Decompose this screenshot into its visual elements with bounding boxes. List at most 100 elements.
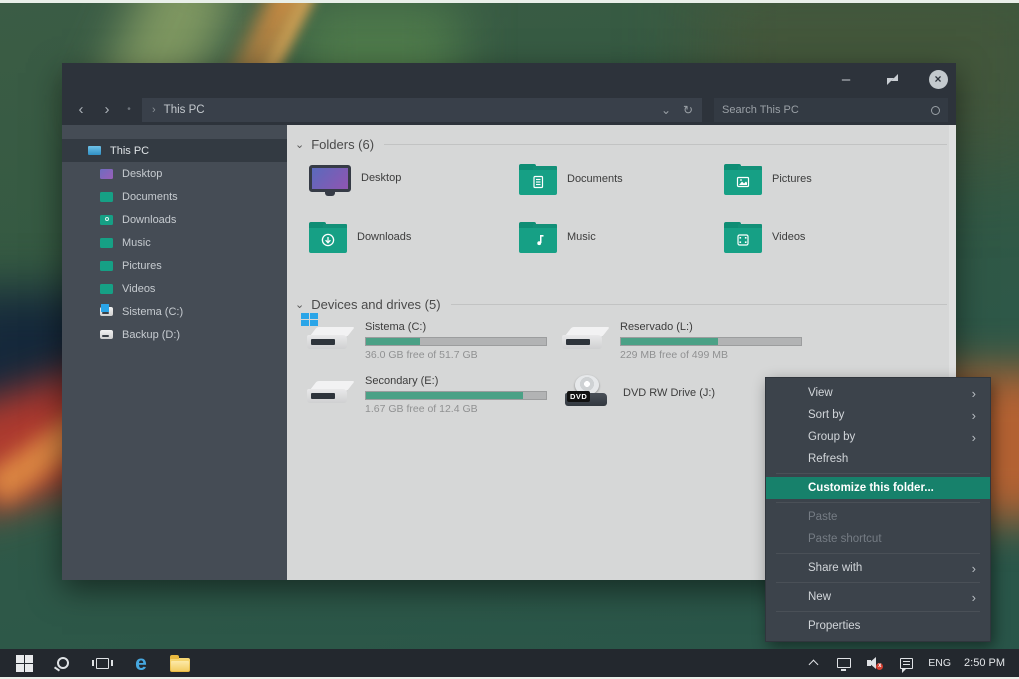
folder-tile-desktop[interactable]: Desktop <box>309 163 401 192</box>
forward-button[interactable]: › <box>94 96 120 124</box>
section-rule <box>384 144 947 145</box>
taskbar: e x ENG 2:50 PM <box>0 649 1019 677</box>
address-bar[interactable]: › This PC ⌄ ↻ <box>142 98 702 122</box>
tray-network-button[interactable] <box>835 653 853 673</box>
folder-tile-downloads[interactable]: Downloads <box>309 221 411 253</box>
sidebar-item-backup-d[interactable]: Backup (D:) <box>62 323 287 346</box>
menu-item-label: Paste shortcut <box>808 533 882 545</box>
drive-name: DVD RW Drive (J:) <box>623 387 715 399</box>
restore-icon <box>887 74 898 85</box>
task-view-button[interactable] <box>90 651 114 675</box>
desktop: – × ‹ › • › This PC ⌄ ↻ <box>0 0 1019 679</box>
sidebar-item-videos[interactable]: Videos <box>62 277 287 300</box>
address-dropdown-icon[interactable]: ⌄ <box>658 103 674 117</box>
pc-icon <box>88 146 101 155</box>
breadcrumb-arrow-icon[interactable]: › <box>152 104 156 116</box>
capacity-bar <box>620 337 802 346</box>
documents-folder-icon <box>100 192 113 202</box>
tile-label: Videos <box>772 231 805 243</box>
edge-button[interactable]: e <box>129 651 153 675</box>
back-button[interactable]: ‹ <box>68 96 94 124</box>
menu-item-customize-this-folder[interactable]: Customize this folder... <box>766 477 990 499</box>
action-center-button[interactable] <box>897 653 915 673</box>
clock[interactable]: 2:50 PM <box>964 657 1005 669</box>
sidebar-item-documents[interactable]: Documents <box>62 185 287 208</box>
sidebar-item-pictures[interactable]: Pictures <box>62 254 287 277</box>
drive-detail: 229 MB free of 499 MB <box>620 349 810 361</box>
drive-tile-reservado-l[interactable]: Reservado (L:) 229 MB free of 499 MB <box>562 321 610 355</box>
capacity-bar-fill <box>621 338 718 345</box>
menu-separator <box>776 611 980 612</box>
breadcrumb[interactable]: This PC <box>164 104 205 116</box>
menu-separator <box>776 473 980 474</box>
minimize-button[interactable]: – <box>836 69 856 89</box>
collapse-section-icon[interactable]: ⌄ <box>295 298 304 311</box>
drive-tile-dvd-j[interactable]: DVD DVD RW Drive (J:) <box>565 375 613 411</box>
menu-item-sort-by[interactable]: Sort by › <box>766 404 990 426</box>
sidebar-item-this-pc[interactable]: This PC <box>62 139 287 162</box>
start-button[interactable] <box>12 651 36 675</box>
folder-tile-pictures[interactable]: Pictures <box>724 163 812 195</box>
capacity-bar-fill <box>366 392 523 399</box>
menu-item-label: New <box>808 591 831 603</box>
menu-item-refresh[interactable]: Refresh <box>766 448 990 470</box>
folder-tile-videos[interactable]: Videos <box>724 221 805 253</box>
windows-logo-icon <box>301 313 318 327</box>
submenu-arrow-icon: › <box>972 386 976 401</box>
drive-tile-sistema-c[interactable]: Sistema (C:) 36.0 GB free of 51.7 GB <box>307 321 355 355</box>
menu-item-group-by[interactable]: Group by › <box>766 426 990 448</box>
system-drive-icon <box>100 307 113 316</box>
search-box[interactable] <box>714 98 948 122</box>
sidebar-item-label: This PC <box>110 145 149 157</box>
drive-icon <box>562 321 610 355</box>
sidebar-item-label: Downloads <box>122 214 176 226</box>
submenu-arrow-icon: › <box>972 561 976 576</box>
collapse-section-icon[interactable]: ⌄ <box>295 138 304 151</box>
drive-icon <box>100 330 113 339</box>
folder-tile-documents[interactable]: Documents <box>519 163 623 195</box>
tray-volume-button[interactable]: x <box>866 653 884 673</box>
sidebar-item-downloads[interactable]: Downloads <box>62 208 287 231</box>
folders-section-header[interactable]: ⌄ Folders (6) <box>295 137 947 152</box>
menu-item-properties[interactable]: Properties <box>766 615 990 637</box>
music-folder-icon <box>519 226 557 253</box>
recent-locations-button[interactable]: • <box>120 96 138 124</box>
menu-item-label: Share with <box>808 562 862 574</box>
menu-item-new[interactable]: New › <box>766 586 990 608</box>
taskbar-search-button[interactable] <box>51 651 75 675</box>
pictures-folder-icon <box>100 261 113 271</box>
sidebar-item-label: Backup (D:) <box>122 329 180 341</box>
dvd-badge: DVD <box>567 391 590 402</box>
menu-item-paste: Paste <box>766 506 990 528</box>
language-indicator[interactable]: ENG <box>928 657 951 669</box>
tile-label: Documents <box>567 173 623 185</box>
menu-item-share-with[interactable]: Share with › <box>766 557 990 579</box>
titlebar[interactable]: – × <box>62 63 956 95</box>
menu-item-label: View <box>808 387 833 399</box>
search-input[interactable] <box>722 104 931 116</box>
file-explorer-icon <box>170 658 190 672</box>
refresh-icon[interactable]: ↻ <box>680 103 696 117</box>
maximize-button[interactable] <box>882 69 902 89</box>
sidebar-item-desktop[interactable]: Desktop <box>62 162 287 185</box>
sidebar-item-label: Music <box>122 237 151 249</box>
menu-separator <box>776 553 980 554</box>
sidebar-item-sistema-c[interactable]: Sistema (C:) <box>62 300 287 323</box>
menu-separator <box>776 502 980 503</box>
search-icon <box>57 657 69 669</box>
search-icon <box>931 106 940 115</box>
file-explorer-button[interactable] <box>168 651 192 675</box>
videos-folder-icon <box>100 284 113 294</box>
drive-tile-secondary-e[interactable]: Secondary (E:) 1.67 GB free of 12.4 GB <box>307 375 355 409</box>
capacity-bar <box>365 337 547 346</box>
sidebar-item-music[interactable]: Music <box>62 231 287 254</box>
tile-label: Pictures <box>772 173 812 185</box>
menu-item-view[interactable]: View › <box>766 382 990 404</box>
drives-section-header[interactable]: ⌄ Devices and drives (5) <box>295 297 947 312</box>
speaker-muted-icon: x <box>867 656 883 670</box>
tray-show-hidden-icons-button[interactable] <box>804 653 822 673</box>
task-view-icon <box>96 658 109 669</box>
close-button[interactable]: × <box>928 69 948 89</box>
pictures-folder-icon <box>724 168 762 195</box>
folder-tile-music[interactable]: Music <box>519 221 596 253</box>
